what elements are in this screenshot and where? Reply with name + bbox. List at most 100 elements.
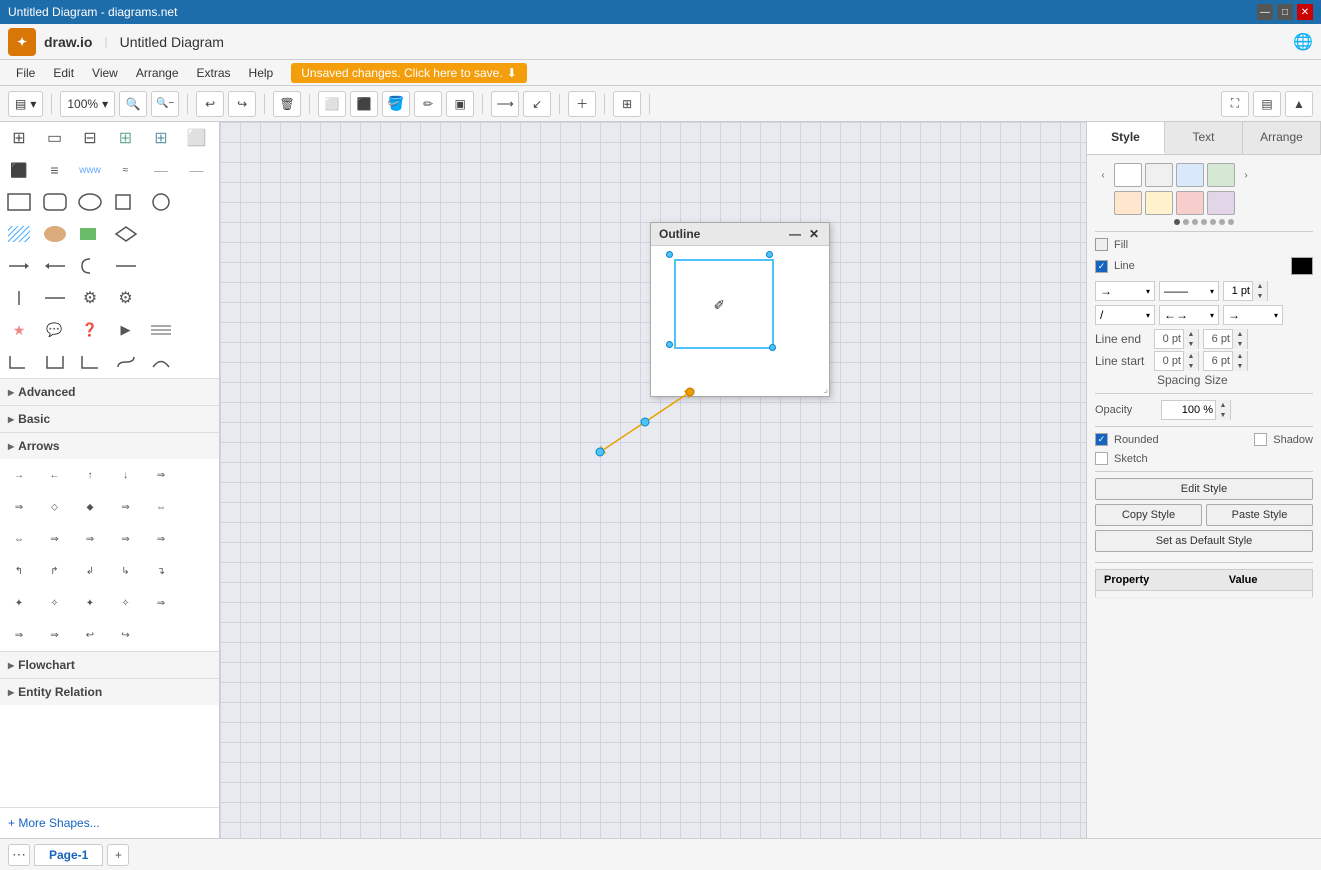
arrow5-3[interactable]: ✦: [75, 591, 105, 615]
arrow2-6[interactable]: [182, 495, 212, 519]
arrow-up-solid[interactable]: ↑: [75, 463, 105, 487]
shape-play[interactable]: ▶: [111, 318, 141, 342]
sidebar-toggle[interactable]: ▤ ▾: [8, 91, 43, 117]
line-width-input[interactable]: 1 pt ▲ ▼: [1223, 281, 1268, 301]
shape-table4[interactable]: ⊞: [111, 126, 141, 150]
section-advanced[interactable]: Advanced: [0, 378, 219, 405]
shape-misc6[interactable]: —: [182, 158, 212, 182]
arrow3-3[interactable]: ⇒: [75, 527, 105, 551]
arrow3-1[interactable]: ⇔: [4, 527, 34, 551]
arrow5-2[interactable]: ✧: [40, 591, 70, 615]
shape-placeholder7[interactable]: [182, 286, 212, 310]
line-start-size-up[interactable]: ▲: [1233, 351, 1247, 361]
arrow4-4[interactable]: ↳: [111, 559, 141, 583]
shape-table5[interactable]: ⊞: [146, 126, 176, 150]
shape-placeholder3[interactable]: [182, 222, 212, 246]
shape-placeholder6[interactable]: [146, 286, 176, 310]
arrow2-5[interactable]: ⇔: [146, 495, 176, 519]
shape-stripe[interactable]: [4, 222, 34, 246]
line-start-size-down[interactable]: ▼: [1233, 361, 1247, 371]
arrow4-3[interactable]: ↲: [75, 559, 105, 583]
line-width-down[interactable]: ▼: [1253, 291, 1267, 301]
arrow6-2[interactable]: ⇒: [40, 623, 70, 647]
shape-gear2[interactable]: ⚙: [111, 286, 141, 310]
arrow-right-hollow[interactable]: ⇒: [146, 463, 176, 487]
paste-style-button[interactable]: Paste Style: [1206, 504, 1313, 526]
shadow-button[interactable]: ▣: [446, 91, 474, 117]
arrow2-3[interactable]: ⬥: [75, 495, 105, 519]
shape-lines2[interactable]: [146, 318, 176, 342]
shape-misc3[interactable]: www: [75, 158, 105, 182]
minimize-button[interactable]: —: [1257, 4, 1273, 20]
color-light-blue[interactable]: [1176, 163, 1204, 187]
shape-placeholder8[interactable]: [182, 318, 212, 342]
arrow2-4[interactable]: ⇒: [111, 495, 141, 519]
page-options-button[interactable]: ⋯: [8, 844, 30, 866]
globe-icon[interactable]: 🌐: [1293, 32, 1313, 52]
outline-close-button[interactable]: ✕: [807, 227, 821, 241]
arrow6-1[interactable]: ⇒: [4, 623, 34, 647]
to-back-button[interactable]: ⬛: [350, 91, 378, 117]
arrow3-4[interactable]: ⇒: [111, 527, 141, 551]
zoom-dropdown[interactable]: 100% ▾: [60, 91, 115, 117]
arrow-down-solid[interactable]: ↓: [111, 463, 141, 487]
outline-dot-tl[interactable]: [666, 251, 673, 258]
shape-horiz-line[interactable]: [40, 286, 70, 310]
line-end-offset-down[interactable]: ▼: [1184, 339, 1198, 349]
shape-misc2[interactable]: ≡: [40, 158, 70, 182]
close-button[interactable]: ✕: [1297, 4, 1313, 20]
shape-vert-line[interactable]: [4, 286, 34, 310]
more-shapes-button[interactable]: + More Shapes...: [0, 807, 219, 838]
line-start-offset-up[interactable]: ▲: [1184, 351, 1198, 361]
color-white[interactable]: [1114, 163, 1142, 187]
line-end-offset-up[interactable]: ▲: [1184, 329, 1198, 339]
arrow6-4[interactable]: ↪: [111, 623, 141, 647]
menu-help[interactable]: Help: [241, 63, 282, 83]
shape-rhombus[interactable]: [111, 222, 141, 246]
shape-gear1[interactable]: ⚙: [75, 286, 105, 310]
outline-dot-tr[interactable]: [766, 251, 773, 258]
arrow3-5[interactable]: ⇒: [146, 527, 176, 551]
color-nav-left[interactable]: ‹: [1095, 167, 1111, 183]
line-width-up[interactable]: ▲: [1253, 281, 1267, 291]
outline-minimize-button[interactable]: —: [787, 227, 803, 241]
arrow5-1[interactable]: ✦: [4, 591, 34, 615]
shape-texture[interactable]: [40, 222, 70, 246]
connector-button[interactable]: ⟶: [491, 91, 519, 117]
fullscreen-button[interactable]: ⛶: [1221, 91, 1249, 117]
shape-arrow-right[interactable]: [4, 254, 34, 278]
table-button[interactable]: ⊞: [613, 91, 641, 117]
arrow4-1[interactable]: ↰: [4, 559, 34, 583]
menu-edit[interactable]: Edit: [45, 63, 82, 83]
line-color-button[interactable]: ✏: [414, 91, 442, 117]
opacity-up[interactable]: ▲: [1216, 400, 1230, 410]
arrow4-6[interactable]: [182, 559, 212, 583]
shape-corner[interactable]: [75, 350, 105, 374]
copy-style-button[interactable]: Copy Style: [1095, 504, 1202, 526]
line-curve[interactable]: / ▾: [1095, 305, 1155, 325]
menu-arrange[interactable]: Arrange: [128, 63, 187, 83]
section-entity-relation[interactable]: Entity Relation: [0, 678, 219, 705]
outline-dot-bl[interactable]: [666, 341, 673, 348]
section-arrows[interactable]: Arrows: [0, 432, 219, 459]
tab-text[interactable]: Text: [1165, 122, 1243, 154]
shape-misc5[interactable]: —: [146, 158, 176, 182]
maximize-button[interactable]: □: [1277, 4, 1293, 20]
arrow5-4[interactable]: ✧: [111, 591, 141, 615]
section-flowchart[interactable]: Flowchart: [0, 651, 219, 678]
line-start-offset[interactable]: 0 pt ▲ ▼: [1154, 351, 1199, 371]
line-checkbox[interactable]: ✓: [1095, 260, 1108, 273]
shape-diamond[interactable]: [111, 190, 141, 214]
dialog-resize-handle[interactable]: ⌟: [817, 384, 829, 396]
shape-l-shape[interactable]: [4, 350, 34, 374]
shape-misc4[interactable]: ≈: [111, 158, 141, 182]
color-yellow[interactable]: [1145, 191, 1173, 215]
shape-u-shape[interactable]: [40, 350, 70, 374]
panel-toggle-button[interactable]: ▤: [1253, 91, 1281, 117]
line-style[interactable]: —— ▾: [1159, 281, 1219, 301]
to-front-button[interactable]: ⬜: [318, 91, 346, 117]
shape-question[interactable]: ❓: [75, 318, 105, 342]
color-nav-right[interactable]: ›: [1238, 167, 1254, 183]
line-start-offset-down[interactable]: ▼: [1184, 361, 1198, 371]
shape-curve2[interactable]: [146, 350, 176, 374]
